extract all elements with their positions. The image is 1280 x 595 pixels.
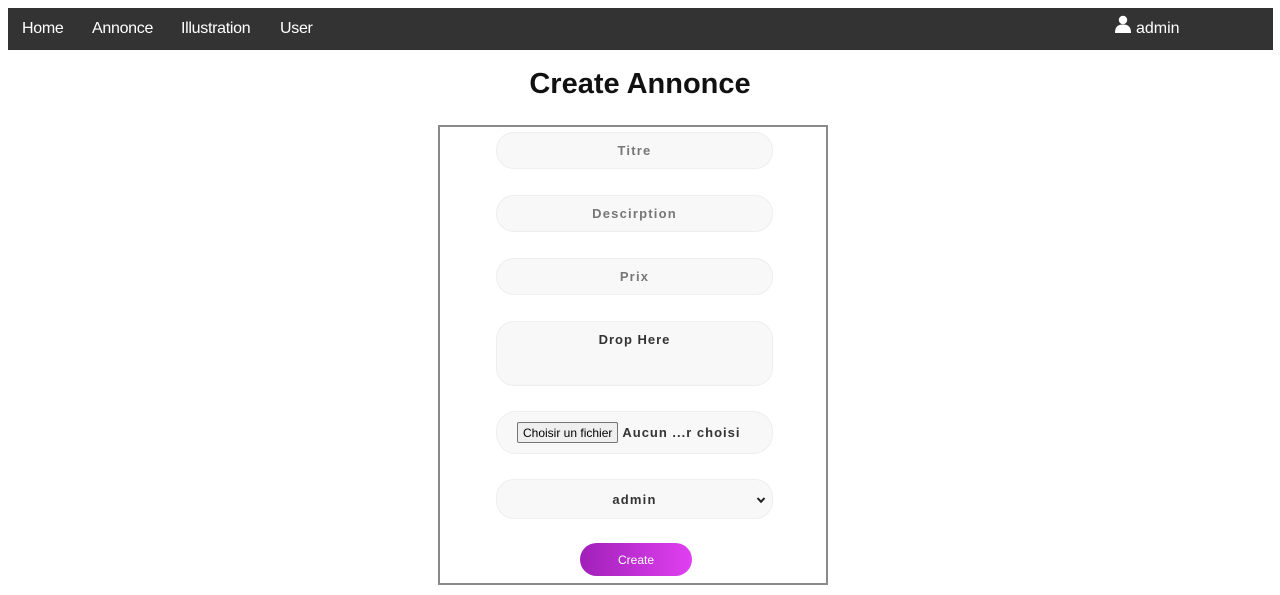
description-input[interactable] <box>496 195 773 232</box>
nav-annonce-link[interactable]: Annonce <box>92 8 153 50</box>
user-select-value: admin <box>612 491 657 507</box>
titre-input[interactable] <box>496 132 773 169</box>
user-icon <box>1114 15 1136 38</box>
file-status-text: Aucun ...r choisi <box>622 425 741 440</box>
page-title: Create Annonce <box>529 68 751 100</box>
dropzone-label: Drop Here <box>598 332 671 347</box>
create-button[interactable]: Create <box>580 543 692 576</box>
file-input: Choisir un fichier Aucun ...r choisi <box>496 411 773 454</box>
top-navbar: Home Annonce Illustration User admin <box>8 8 1273 50</box>
prix-input[interactable] <box>496 258 773 295</box>
choose-file-button[interactable]: Choisir un fichier <box>517 422 619 443</box>
user-select[interactable]: admin <box>496 479 773 519</box>
create-annonce-form: Drop Here Choisir un fichier Aucun ...r … <box>438 125 828 585</box>
image-dropzone[interactable]: Drop Here <box>496 321 773 386</box>
nav-home-link[interactable]: Home <box>22 8 64 50</box>
chevron-down-icon <box>756 493 766 508</box>
nav-user-link[interactable]: User <box>280 8 313 50</box>
user-name: admin <box>1136 20 1180 37</box>
user-menu[interactable]: admin <box>1114 8 1180 50</box>
nav-illustration-link[interactable]: Illustration <box>181 8 251 50</box>
